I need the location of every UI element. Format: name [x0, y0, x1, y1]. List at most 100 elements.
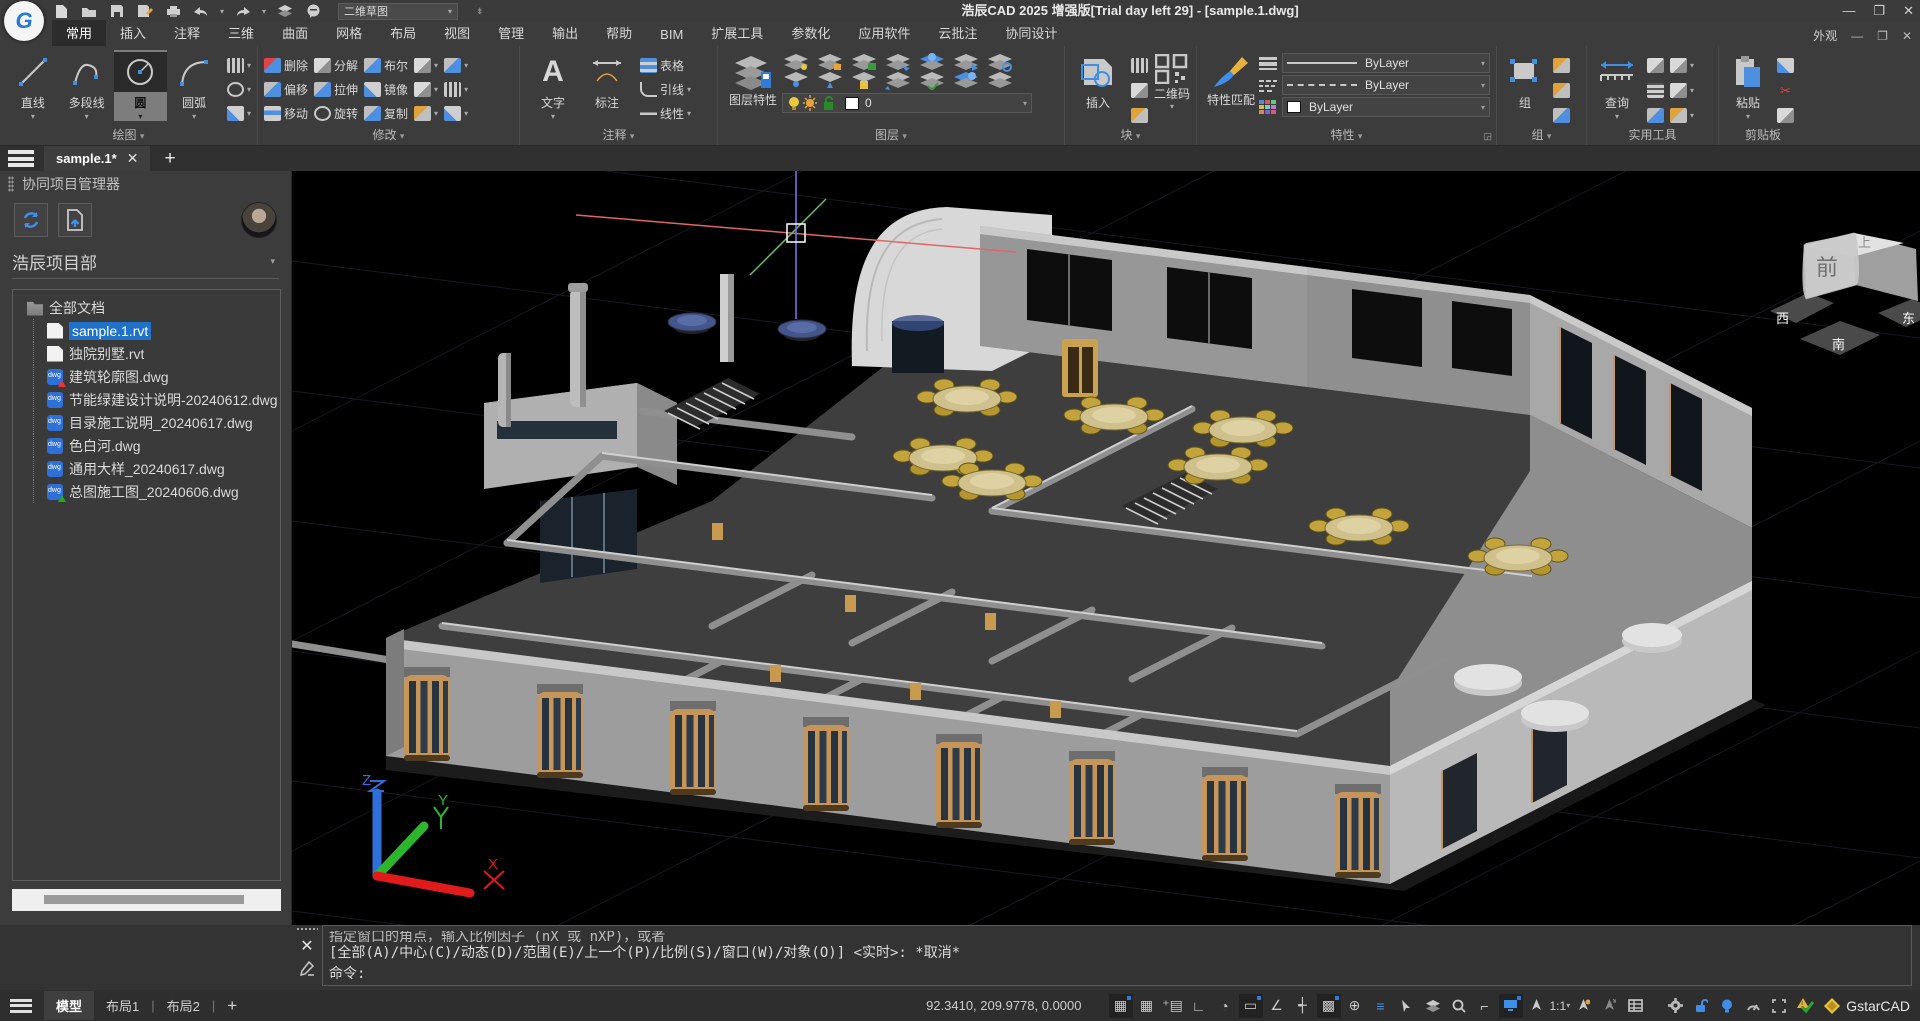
- project-select[interactable]: 浩辰项目部 ▾: [12, 245, 279, 279]
- panel-label-block[interactable]: 块 ▾: [1065, 126, 1196, 143]
- comment-icon[interactable]: [304, 3, 322, 19]
- new-tab-button[interactable]: +: [164, 148, 175, 170]
- workspace-select[interactable]: 二维草图 ▾: [338, 3, 458, 20]
- linear-button[interactable]: 线性▾: [640, 102, 691, 124]
- isocircle-toggle[interactable]: ⊕: [1343, 994, 1367, 1018]
- snap-mode-toggle[interactable]: ⁺▤: [1161, 994, 1185, 1018]
- lengthen-icon[interactable]: [444, 82, 461, 97]
- drawing-viewport[interactable]: Z Y X 前: [292, 171, 1920, 925]
- annotation-autoscale-icon[interactable]: [1597, 994, 1621, 1018]
- save-as-icon[interactable]: [136, 3, 154, 19]
- print-icon[interactable]: [164, 3, 182, 19]
- ribbon-tab-layout[interactable]: 布局: [376, 20, 430, 46]
- list-icon[interactable]: [1670, 58, 1687, 73]
- stretch-button[interactable]: 拉伸: [314, 78, 358, 100]
- group-edit-icon[interactable]: [1553, 58, 1570, 73]
- angle-measure-icon[interactable]: [1647, 58, 1664, 73]
- undo-caret-icon[interactable]: ▾: [220, 7, 224, 16]
- ucs-icon-toggle[interactable]: ⌐: [1473, 994, 1497, 1018]
- tree-file-siteplan[interactable]: 总图施工图_20240606.dwg: [13, 480, 280, 503]
- calculator-icon[interactable]: [1647, 83, 1664, 98]
- copy-button[interactable]: 复制: [364, 102, 408, 124]
- query-button[interactable]: 查询▾: [1593, 50, 1641, 121]
- annotation-scale-icon[interactable]: [1525, 994, 1549, 1018]
- ribbon-tab-manage[interactable]: 管理: [484, 20, 538, 46]
- panel-label-layer[interactable]: 图层 ▾: [718, 126, 1064, 143]
- leader-button[interactable]: 引线▾: [640, 78, 691, 100]
- ribbon-tab-annotate[interactable]: 注释: [160, 20, 214, 46]
- restore-button[interactable]: ❐: [1873, 0, 1885, 22]
- point-id-icon[interactable]: [1647, 108, 1664, 123]
- linetype-select[interactable]: ByLayer▾: [1282, 75, 1490, 95]
- fullscreen-icon[interactable]: [1767, 994, 1791, 1018]
- ribbon-tab-output[interactable]: 输出: [538, 20, 592, 46]
- tree-file-sebaihe[interactable]: 色白河.dwg: [13, 434, 280, 457]
- break-icon[interactable]: [414, 106, 431, 121]
- model-tab[interactable]: 模型: [44, 991, 94, 1020]
- qrcode-icon[interactable]: [1155, 54, 1189, 84]
- redo-icon[interactable]: [234, 3, 252, 19]
- performance-gauge-icon[interactable]: [1741, 994, 1765, 1018]
- cmd-close-icon[interactable]: ✕: [300, 936, 313, 956]
- ribbon-tab-express[interactable]: 扩展工具: [697, 20, 777, 46]
- lightbulb-icon[interactable]: [1715, 994, 1739, 1018]
- align-icon[interactable]: [444, 58, 461, 73]
- hatch-icon[interactable]: [227, 106, 244, 121]
- layer-tools-icons[interactable]: [782, 52, 1012, 90]
- attribute-define-icon[interactable]: [1131, 58, 1148, 73]
- layer-isolate-toggle[interactable]: [1421, 994, 1445, 1018]
- move-button[interactable]: 移动: [264, 102, 308, 124]
- panel-label-draw[interactable]: 绘图 ▾: [0, 126, 257, 143]
- ungroup-icon[interactable]: [1553, 83, 1570, 98]
- hatch-preview-toggle[interactable]: ▩: [1317, 994, 1341, 1018]
- group-select-icon[interactable]: [1553, 108, 1570, 123]
- match-properties-button[interactable]: 特性匹配: [1203, 50, 1259, 107]
- quick-select-icon[interactable]: [1670, 108, 1687, 123]
- app-logo-icon[interactable]: G: [4, 1, 44, 41]
- panel-label-utilities[interactable]: 实用工具: [1587, 126, 1718, 143]
- panel-label-clipboard[interactable]: 剪贴板: [1719, 126, 1807, 143]
- rect-mode-toggle[interactable]: ▭: [1239, 994, 1263, 1018]
- settings-gear-icon[interactable]: [1663, 994, 1687, 1018]
- tree-file-detail[interactable]: 通用大样_20240617.dwg: [13, 457, 280, 480]
- cut-icon[interactable]: ✂: [1777, 83, 1794, 98]
- properties-dialog-launcher[interactable]: ◲: [1483, 131, 1492, 142]
- lineweight-select[interactable]: ByLayer▾: [1282, 53, 1490, 73]
- appearance-menu[interactable]: 外观: [1813, 27, 1837, 44]
- redo-caret-icon[interactable]: ▾: [262, 7, 266, 16]
- tree-file-outline[interactable]: 建筑轮廓图.dwg: [13, 365, 280, 388]
- selection-cycling-toggle[interactable]: [1395, 994, 1419, 1018]
- snap-grid-toggle[interactable]: ▦: [1135, 994, 1159, 1018]
- new-file-icon[interactable]: [52, 3, 70, 19]
- tree-file-energy[interactable]: 节能绿建设计说明-20240612.dwg: [13, 388, 280, 411]
- doc-close-button[interactable]: ✕: [1902, 29, 1912, 43]
- qrcode-button[interactable]: 二维码: [1154, 86, 1190, 100]
- fillet-icon[interactable]: [414, 82, 431, 97]
- mirror-button[interactable]: 镜像: [364, 78, 408, 100]
- attribute-edit-icon[interactable]: [1131, 108, 1148, 123]
- doc-menu-icon[interactable]: [8, 150, 34, 167]
- ribbon-tab-collab[interactable]: 协同设计: [991, 20, 1071, 46]
- doc-restore-button[interactable]: ❐: [1877, 29, 1888, 43]
- command-input[interactable]: 指定窗口的角点，输入比例因子 (nX 或 nXP)，或者 [全部(A)/中心(C…: [322, 925, 1912, 986]
- text-button[interactable]: A 文字▾: [526, 50, 580, 121]
- lineweight-display-toggle[interactable]: ≡: [1369, 994, 1393, 1018]
- tab-close-icon[interactable]: ✕: [127, 150, 139, 167]
- cmd-grip-icon[interactable]: [296, 927, 318, 932]
- layer-select[interactable]: 0 ▾: [782, 93, 1032, 113]
- user-avatar[interactable]: [241, 202, 277, 238]
- point-array-icon[interactable]: [227, 58, 244, 73]
- erase-button[interactable]: 删除: [264, 54, 308, 76]
- group-button[interactable]: 组: [1503, 50, 1547, 111]
- document-tab[interactable]: sample.1* ✕: [44, 146, 150, 171]
- viewcube[interactable]: 前 上 西 南 东: [1770, 233, 1920, 355]
- sidebar-hscrollbar[interactable]: [12, 889, 281, 911]
- annotation-scale-value[interactable]: 1:1: [1550, 999, 1567, 1013]
- panel-label-modify[interactable]: 修改 ▾: [258, 126, 519, 143]
- ribbon-tab-home[interactable]: 常用: [52, 20, 106, 46]
- ribbon-tab-apps[interactable]: 应用软件: [844, 20, 924, 46]
- rotate-button[interactable]: 旋转: [314, 102, 358, 124]
- line-button[interactable]: 直线▾: [6, 50, 60, 121]
- add-layout-button[interactable]: +: [215, 991, 249, 1021]
- save-icon[interactable]: [108, 3, 126, 19]
